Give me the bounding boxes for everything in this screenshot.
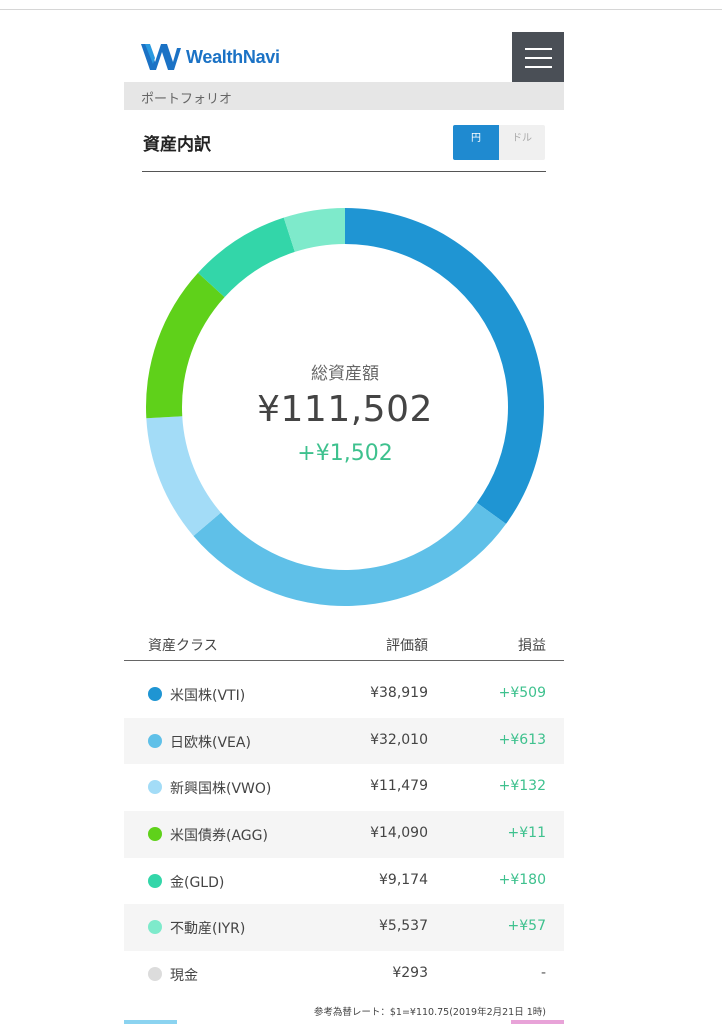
donut-center: 総資産額 ¥111,502 +¥1,502 xyxy=(145,207,545,607)
table-row[interactable]: 米国債券(AGG) ¥14,090 +¥11 xyxy=(124,811,564,858)
menu-button[interactable] xyxy=(512,32,564,84)
legend-dot-icon xyxy=(148,920,162,935)
section-divider xyxy=(142,171,546,172)
legend-dot-icon xyxy=(148,873,162,888)
asset-gain: +¥57 xyxy=(507,918,546,935)
currency-yen-button[interactable]: 円 xyxy=(453,125,499,160)
legend-dot-icon xyxy=(148,967,162,982)
table-header-divider xyxy=(124,660,564,661)
asset-name: 米国債券(AGG) xyxy=(170,828,268,845)
asset-gain: +¥180 xyxy=(498,871,546,888)
asset-name: 新興国株(VWO) xyxy=(170,781,272,798)
header-asset-class: 資産クラス xyxy=(148,638,218,654)
hamburger-menu-icon xyxy=(524,48,552,50)
asset-gain: +¥132 xyxy=(498,778,546,795)
asset-name: 日欧株(VEA) xyxy=(170,734,251,751)
asset-value: ¥293 xyxy=(392,965,428,982)
table-row[interactable]: 新興国株(VWO) ¥11,479 +¥132 xyxy=(124,764,564,811)
breadcrumb-label: ポートフォリオ xyxy=(141,92,233,107)
logo[interactable]: WealthNavi xyxy=(141,44,280,70)
currency-toggle[interactable]: 円 ドル xyxy=(453,125,545,160)
app-header: WealthNavi xyxy=(124,32,564,84)
asset-table: 米国株(VTI) ¥38,919 +¥509 日欧株(VEA) ¥32,010 +¥613… xyxy=(124,671,564,998)
asset-name: 金(GLD) xyxy=(170,874,225,891)
asset-name: 不動産(IYR) xyxy=(170,921,246,938)
header-gain: 損益 xyxy=(518,638,546,654)
exchange-rate-note: 参考為替レート：$1=¥110.75(2019年2月21日 1時) xyxy=(313,1007,546,1018)
breadcrumb: ポートフォリオ xyxy=(124,82,564,110)
total-assets-label: 総資産額 xyxy=(311,364,379,384)
asset-gain: +¥11 xyxy=(507,825,546,842)
table-row[interactable]: 現金 ¥293 - xyxy=(124,951,564,998)
asset-gain: - xyxy=(540,965,546,982)
legend-dot-icon xyxy=(148,827,162,842)
asset-gain: +¥509 xyxy=(498,685,546,701)
section-title: 資産内訳 xyxy=(143,135,211,155)
currency-dollar-button[interactable]: ドル xyxy=(499,125,545,160)
asset-value: ¥32,010 xyxy=(370,731,428,748)
asset-value: ¥14,090 xyxy=(370,825,428,842)
table-row[interactable]: 金(GLD) ¥9,174 +¥180 xyxy=(124,858,564,905)
table-header: 資産クラス 評価額 損益 xyxy=(124,630,564,660)
header-value: 評価額 xyxy=(386,638,428,654)
asset-name: 現金 xyxy=(170,968,198,985)
asset-gain: +¥613 xyxy=(498,731,546,748)
asset-value: ¥9,174 xyxy=(379,871,428,888)
asset-value: ¥5,537 xyxy=(379,918,428,935)
bottom-accent-bar xyxy=(124,1020,564,1024)
total-gain-value: +¥1,502 xyxy=(297,441,393,466)
legend-dot-icon xyxy=(148,687,162,701)
legend-dot-icon xyxy=(148,733,162,748)
app-container: WealthNavi ポートフォリオ 資産内訳 円 ドル 総資産額 ¥111,5… xyxy=(124,10,564,1024)
wealthnavi-logo-icon xyxy=(141,44,181,70)
asset-name: 米国株(VTI) xyxy=(170,688,246,704)
table-row[interactable]: 不動産(IYR) ¥5,537 +¥57 xyxy=(124,904,564,952)
logo-text: WealthNavi xyxy=(186,46,280,67)
table-row[interactable]: 日欧株(VEA) ¥32,010 +¥613 xyxy=(124,717,564,765)
legend-dot-icon xyxy=(148,780,162,795)
asset-value: ¥11,479 xyxy=(370,778,428,795)
table-row[interactable]: 米国株(VTI) ¥38,919 +¥509 xyxy=(124,671,564,718)
total-assets-value: ¥111,502 xyxy=(257,389,433,430)
asset-value: ¥38,919 xyxy=(370,685,428,701)
